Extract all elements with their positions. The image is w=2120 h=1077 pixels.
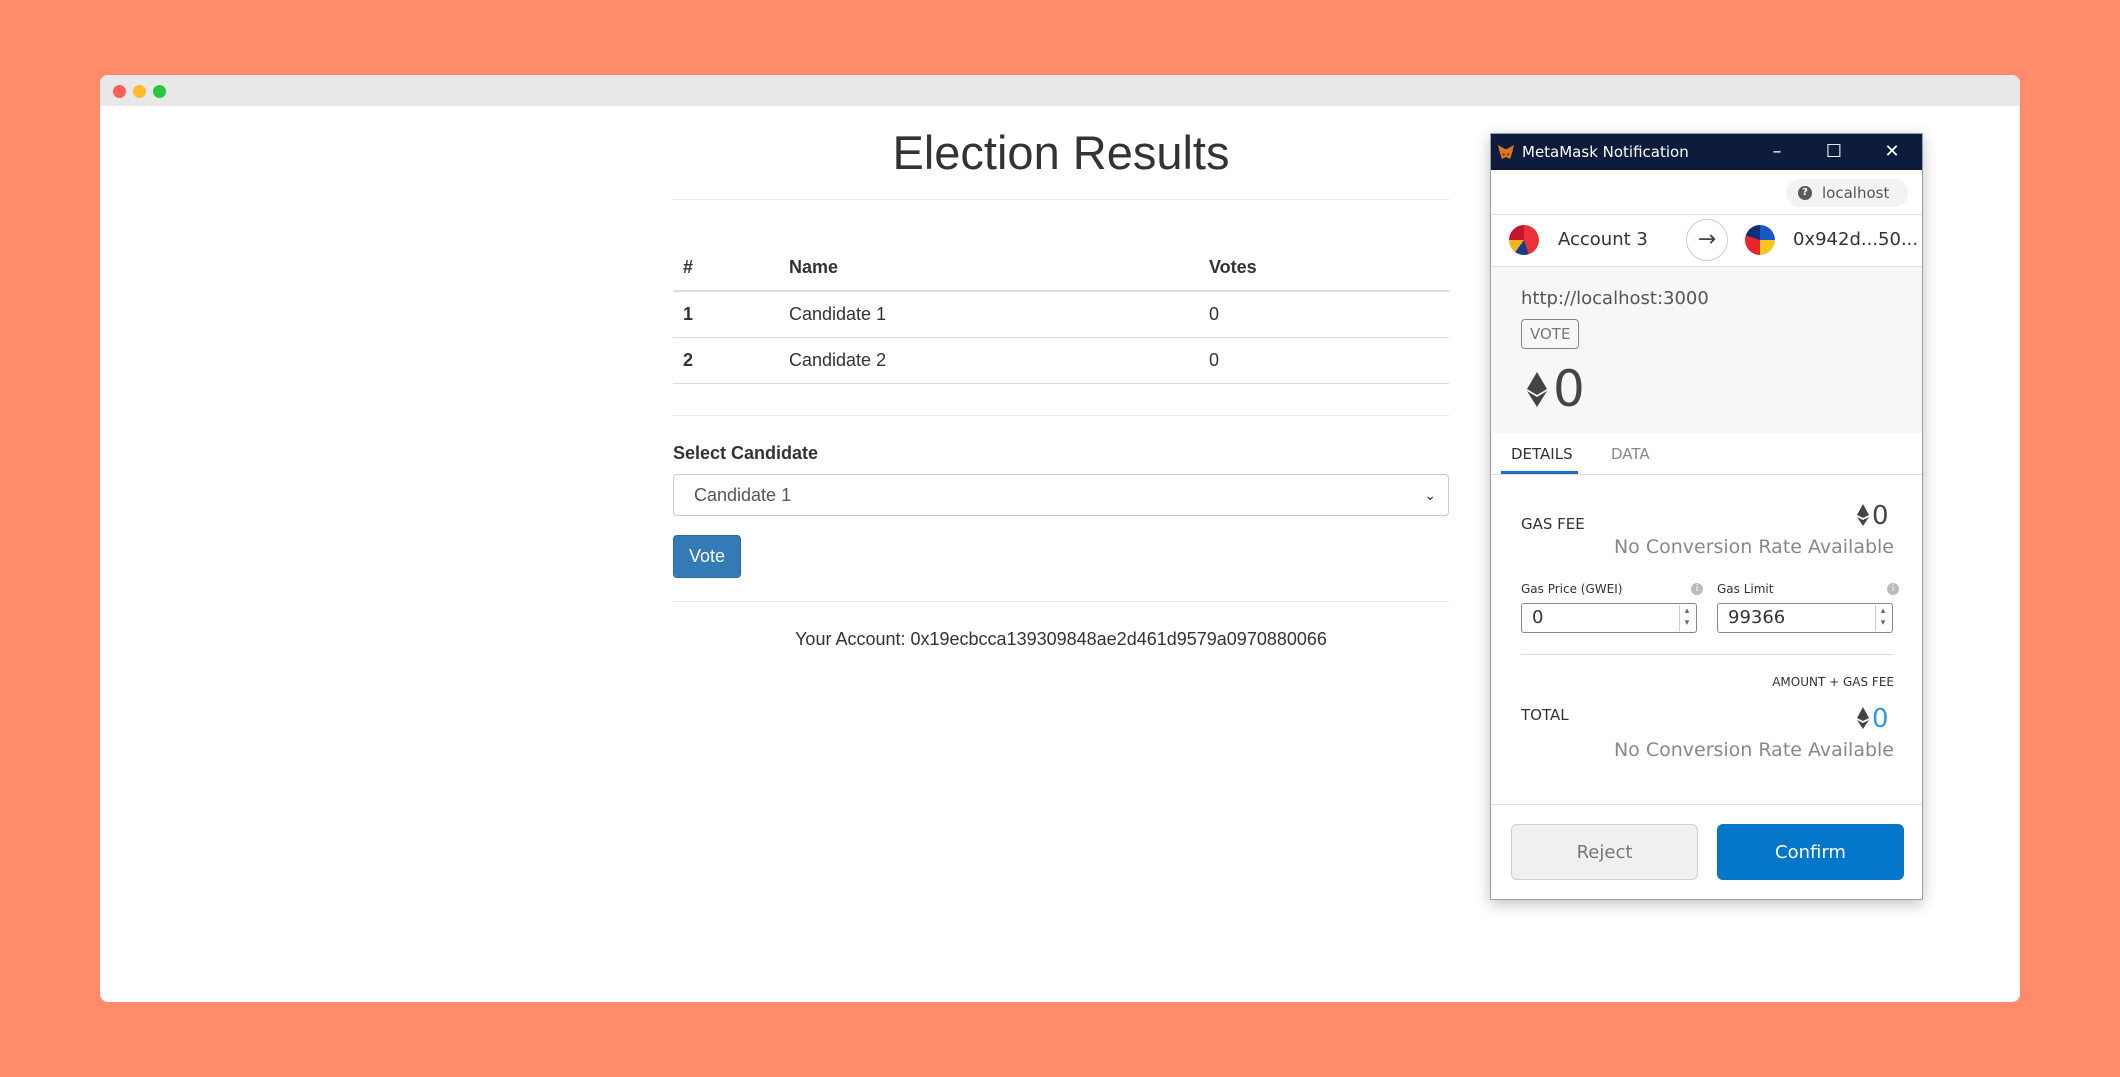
total-conversion: No Conversion Rate Available bbox=[1613, 739, 1894, 761]
header-votes: Votes bbox=[1199, 245, 1449, 292]
stepper-icon[interactable]: ▴ ▾ bbox=[1875, 605, 1890, 631]
confirm-button[interactable]: Confirm bbox=[1717, 824, 1904, 880]
gas-price-label: Gas Price (GWEI) bbox=[1521, 582, 1623, 596]
close-window-button[interactable] bbox=[113, 85, 126, 98]
gas-price-value: 0 bbox=[1532, 607, 1544, 628]
gas-price-input[interactable]: 0 ▴ ▾ bbox=[1521, 603, 1697, 633]
candidate-select[interactable]: Candidate 1 ⌄ bbox=[673, 474, 1449, 516]
gas-limit-input[interactable]: 99366 ▴ ▾ bbox=[1717, 603, 1893, 633]
gas-limit-value: 99366 bbox=[1728, 607, 1786, 628]
gas-fee-label: GAS FEE bbox=[1521, 515, 1585, 533]
row-votes: 0 bbox=[1199, 337, 1449, 384]
ethereum-icon bbox=[1857, 504, 1869, 526]
tab-details[interactable]: DETAILS bbox=[1511, 445, 1573, 463]
metamask-window-title: MetaMask Notification bbox=[1522, 143, 1689, 161]
table-row: 2 Candidate 2 0 bbox=[673, 337, 1449, 384]
minimize-icon[interactable]: – bbox=[1764, 139, 1790, 165]
reject-button[interactable]: Reject bbox=[1511, 824, 1698, 880]
from-account-name: Account 3 bbox=[1558, 229, 1648, 250]
divider bbox=[673, 415, 1449, 416]
metamask-notification-window: MetaMask Notification – ☐ ✕ ? localhost … bbox=[1490, 133, 1923, 900]
amount-gas-fee-label: AMOUNT + GAS FEE bbox=[1772, 675, 1894, 689]
gas-limit-label: Gas Limit bbox=[1717, 582, 1774, 596]
ethereum-icon bbox=[1857, 707, 1869, 729]
row-name: Candidate 2 bbox=[779, 337, 1199, 384]
active-tab-indicator bbox=[1501, 471, 1578, 474]
method-badge: VOTE bbox=[1521, 319, 1580, 349]
tab-data[interactable]: DATA bbox=[1611, 445, 1650, 463]
stepper-icon[interactable]: ▴ ▾ bbox=[1679, 605, 1694, 631]
ethereum-icon bbox=[1527, 372, 1547, 407]
page-title: Election Results bbox=[892, 126, 1230, 179]
recipient-avatar bbox=[1745, 225, 1775, 255]
recipient-address: 0x942d...50... bbox=[1793, 229, 1919, 250]
results-table: # Name Votes 1 Candidate 1 0 2 Candidate… bbox=[673, 245, 1449, 384]
origin-text: localhost bbox=[1822, 184, 1890, 202]
row-rank: 2 bbox=[673, 337, 779, 384]
table-row: 1 Candidate 1 0 bbox=[673, 291, 1449, 338]
candidate-select-value: Candidate 1 bbox=[694, 485, 792, 505]
details-tabs: DETAILS DATA bbox=[1491, 433, 1922, 475]
vote-button[interactable]: Vote bbox=[673, 535, 741, 578]
divider bbox=[1521, 654, 1894, 655]
select-candidate-label: Select Candidate bbox=[673, 443, 819, 463]
info-icon[interactable]: i bbox=[1691, 583, 1703, 595]
browser-window: Election Results # Name Votes 1 Candidat… bbox=[100, 75, 2020, 1002]
gas-fee-conversion: No Conversion Rate Available bbox=[1613, 536, 1894, 558]
window-titlebar bbox=[100, 75, 2020, 106]
transaction-amount: 0 bbox=[1553, 360, 1585, 418]
metamask-fox-icon bbox=[1498, 145, 1514, 159]
sender-recipient-bar: Account 3 → 0x942d...50... bbox=[1491, 214, 1922, 267]
account-address-text: Your Account: 0x19ecbcca139309848ae2d461… bbox=[795, 629, 1327, 649]
chevron-down-icon: ⌄ bbox=[1424, 487, 1436, 503]
divider bbox=[673, 199, 1449, 200]
total-value: 0 bbox=[1872, 704, 1889, 734]
row-rank: 1 bbox=[673, 291, 779, 338]
minimize-window-button[interactable] bbox=[133, 85, 146, 98]
table-header-row: # Name Votes bbox=[673, 245, 1449, 292]
maximize-window-button[interactable] bbox=[153, 85, 166, 98]
info-icon[interactable]: i bbox=[1887, 583, 1899, 595]
metamask-titlebar: MetaMask Notification – ☐ ✕ bbox=[1491, 134, 1922, 170]
gas-fee-value: 0 bbox=[1872, 501, 1889, 531]
arrow-right-icon: → bbox=[1686, 219, 1728, 261]
site-url: http://localhost:3000 bbox=[1521, 288, 1709, 309]
origin-badge: ? localhost bbox=[1786, 179, 1908, 207]
total-label: TOTAL bbox=[1521, 706, 1569, 724]
header-rank: # bbox=[673, 245, 779, 292]
close-icon[interactable]: ✕ bbox=[1879, 139, 1905, 165]
row-name: Candidate 1 bbox=[779, 291, 1199, 338]
account-avatar bbox=[1509, 225, 1539, 255]
maximize-icon[interactable]: ☐ bbox=[1821, 139, 1847, 165]
footer-divider bbox=[1491, 804, 1922, 805]
question-icon: ? bbox=[1798, 186, 1812, 200]
row-votes: 0 bbox=[1199, 291, 1449, 338]
header-name: Name bbox=[779, 245, 1199, 292]
divider bbox=[673, 601, 1449, 602]
